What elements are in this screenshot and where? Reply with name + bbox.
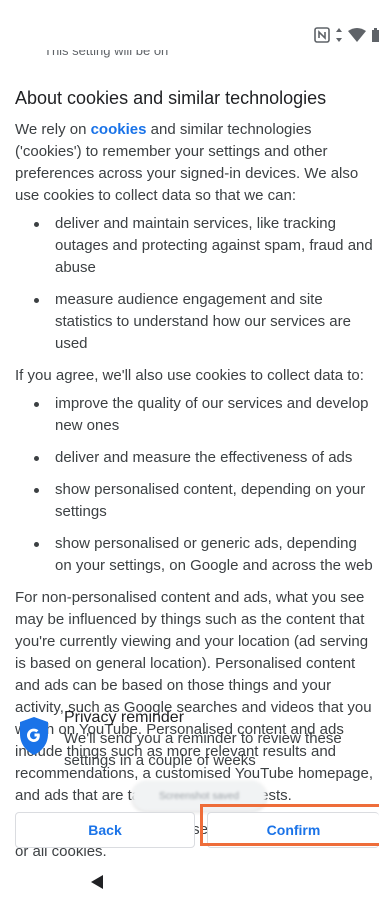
reminder-body: We'll send you a reminder to review thes… <box>64 730 342 769</box>
battery-icon <box>372 28 379 42</box>
section-heading: About cookies and similar technologies <box>15 88 327 108</box>
status-bar <box>0 0 379 43</box>
google-shield-icon <box>20 717 48 755</box>
reminder-text: Privacy reminder We'll send you a remind… <box>64 708 378 772</box>
back-button[interactable]: Back <box>15 812 195 848</box>
cut-off-text: This setting will be on <box>44 50 169 58</box>
reminder-title: Privacy reminder <box>64 709 185 726</box>
nonpersonalised-paragraph: For non-personalised content and ads, wh… <box>15 589 374 804</box>
nfc-icon <box>314 27 330 43</box>
data-arrows-icon <box>336 28 342 42</box>
list-item: improve the quality of our services and … <box>15 393 375 437</box>
bullet-list-2: improve the quality of our services and … <box>15 393 375 577</box>
bullet-list-1: deliver and maintain services, like trac… <box>15 213 375 355</box>
status-icons <box>314 27 379 43</box>
confirm-button[interactable]: Confirm <box>207 812 379 848</box>
wifi-icon <box>348 28 366 42</box>
agree-paragraph: If you agree, we'll also use cookies to … <box>15 367 364 384</box>
list-item: deliver and maintain services, like trac… <box>15 213 375 279</box>
privacy-reminder: Privacy reminder We'll send you a remind… <box>18 708 378 772</box>
list-item: measure audience engagement and site sta… <box>15 289 375 355</box>
cookies-link[interactable]: cookies <box>91 121 147 138</box>
list-item: show personalised content, depending on … <box>15 479 375 523</box>
intro-paragraph: We rely on cookies and similar technolog… <box>15 121 359 204</box>
screenshot-toast: Screenshot saved <box>132 781 266 811</box>
nav-back-icon[interactable] <box>90 874 104 890</box>
list-item: deliver and measure the effectiveness of… <box>15 447 375 469</box>
list-item: show personalised or generic ads, depend… <box>15 533 375 577</box>
